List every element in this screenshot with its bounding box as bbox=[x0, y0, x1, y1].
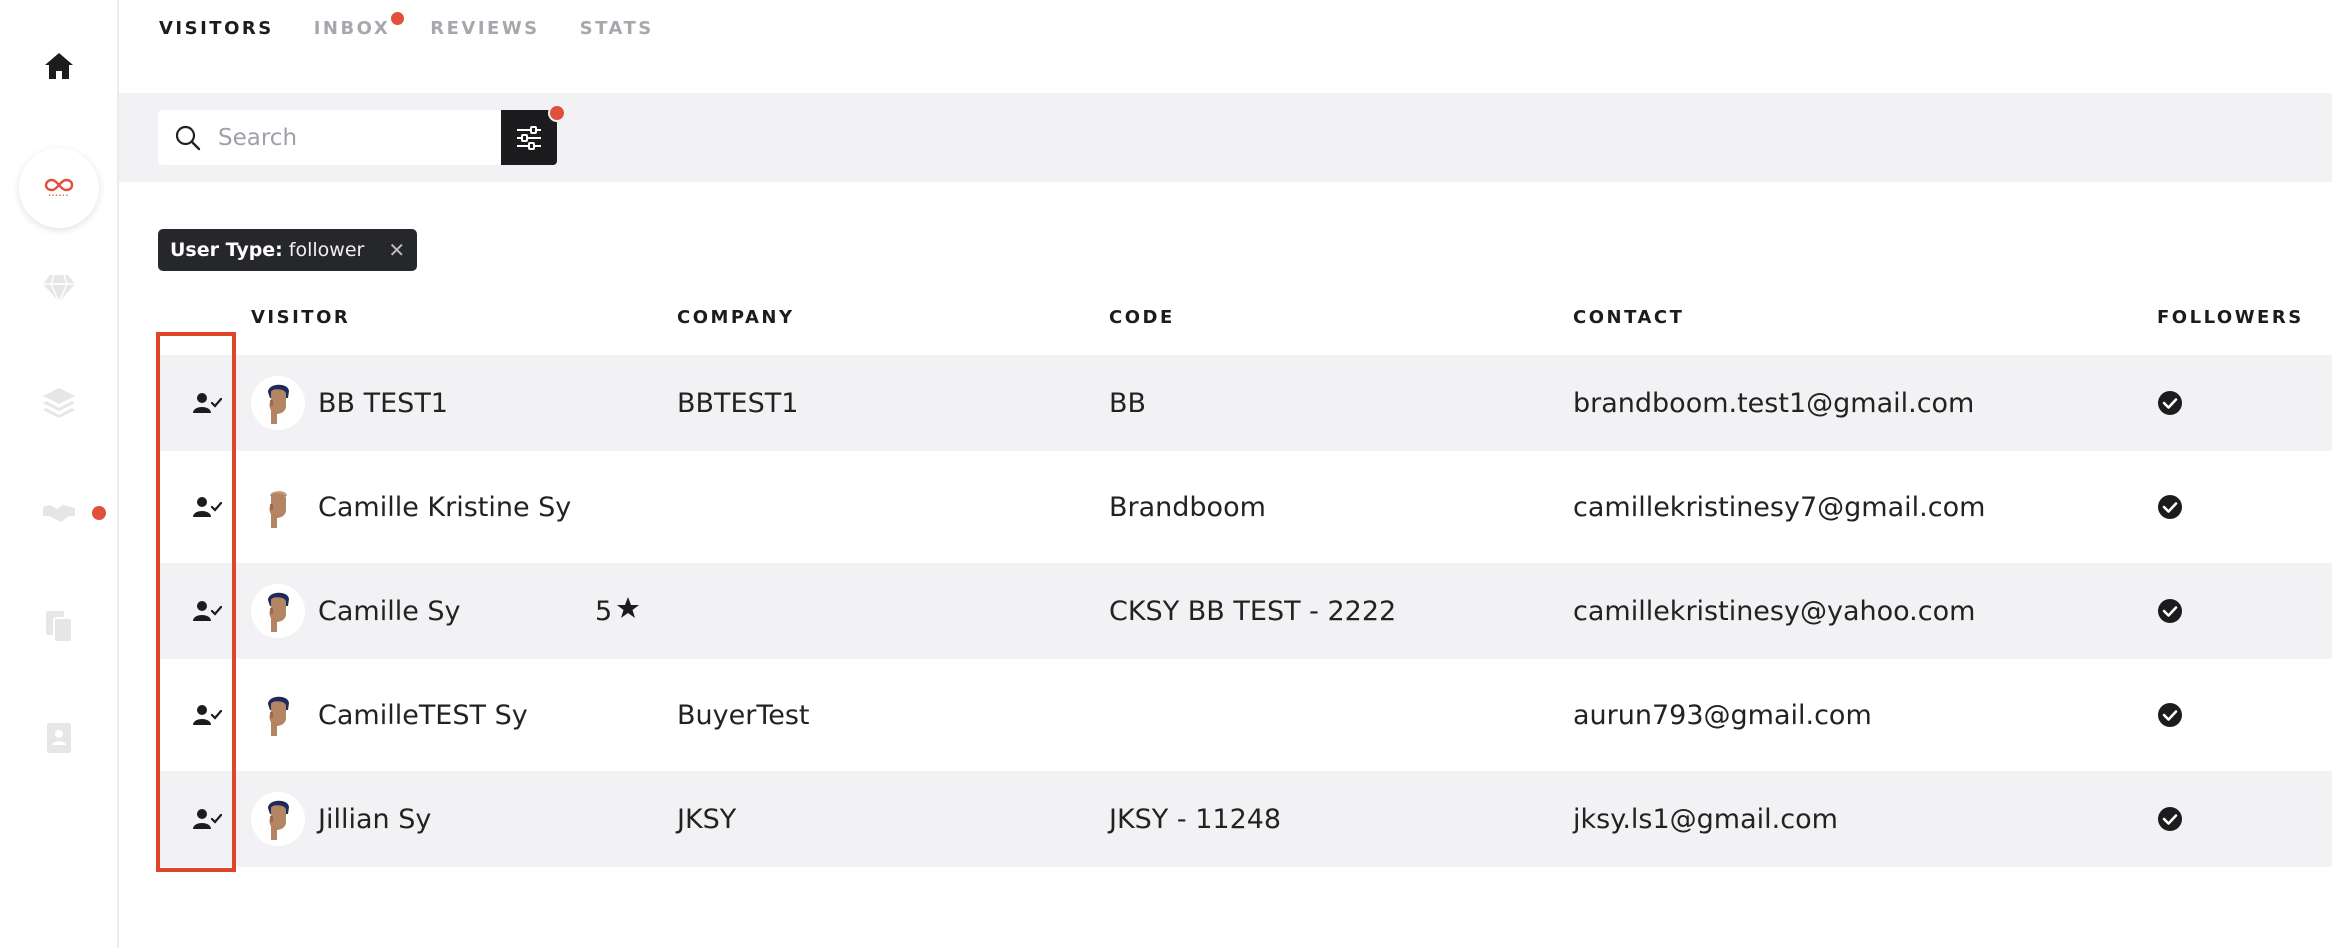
user-check-icon[interactable] bbox=[192, 563, 222, 659]
company-text: JKSY bbox=[677, 803, 737, 835]
tab-stats[interactable]: STATS bbox=[580, 0, 654, 39]
contact-email: camillekristinesy7@gmail.com bbox=[1573, 491, 1986, 523]
follower-check-icon bbox=[2157, 459, 2183, 555]
visitor-name-text: Jillian Sy bbox=[318, 803, 432, 835]
user-check-icon[interactable] bbox=[192, 355, 222, 451]
table-row[interactable]: Camille Kristine Sy Brandboom camillekri… bbox=[158, 459, 2332, 555]
follower-check-icon bbox=[2157, 563, 2183, 659]
visitor-name[interactable]: CamilleTEST Sy bbox=[318, 667, 528, 763]
table-row[interactable]: CamilleTEST Sy BuyerTest aurun793@gmail.… bbox=[158, 667, 2332, 763]
visitor-name-text: Camille Sy bbox=[318, 595, 461, 627]
tab-label: STATS bbox=[579, 18, 654, 39]
company-cell: BuyerTest bbox=[677, 667, 810, 763]
column-header-company[interactable]: COMPANY bbox=[677, 307, 795, 328]
sidebar: •••••• bbox=[0, 0, 119, 948]
filter-active-badge bbox=[548, 104, 566, 122]
avatar bbox=[251, 584, 305, 638]
close-icon[interactable]: ✕ bbox=[388, 238, 405, 262]
code-cell: Brandboom bbox=[1109, 459, 1266, 555]
rating-value: 5 bbox=[595, 595, 613, 627]
code-cell: BB bbox=[1109, 355, 1146, 451]
code-cell: JKSY - 11248 bbox=[1109, 771, 1281, 867]
notification-badge bbox=[391, 12, 405, 25]
contact-cell[interactable]: jksy.ls1@gmail.com bbox=[1573, 771, 1838, 867]
top-tabs: VISITORS INBOX REVIEWS STATS bbox=[159, 0, 694, 60]
notification-badge bbox=[92, 506, 106, 520]
search-box bbox=[158, 110, 502, 165]
visitor-name-text: BB TEST1 bbox=[318, 387, 448, 419]
tab-label: VISITORS bbox=[159, 18, 274, 39]
sidebar-item-diamond[interactable] bbox=[0, 258, 117, 318]
sidebar-item-documents[interactable] bbox=[0, 596, 117, 656]
avatar bbox=[251, 480, 305, 534]
sidebar-item-brand[interactable]: •••••• bbox=[0, 148, 117, 228]
sidebar-item-layers[interactable] bbox=[0, 372, 117, 432]
company-text: BBTEST1 bbox=[677, 387, 799, 419]
code-text: BB bbox=[1109, 387, 1147, 419]
avatar bbox=[251, 688, 305, 742]
table-row[interactable]: BB TEST1 BBTEST1 BB brandboom.test1@gmai… bbox=[158, 355, 2332, 451]
layers-icon bbox=[42, 388, 75, 418]
contact-cell[interactable]: camillekristinesy@yahoo.com bbox=[1573, 563, 1975, 659]
follower-check-icon bbox=[2157, 355, 2183, 451]
home-icon bbox=[44, 53, 73, 79]
column-header-visitor[interactable]: VISITOR bbox=[251, 307, 350, 328]
visitor-name-text: CamilleTEST Sy bbox=[318, 699, 528, 731]
visitor-name[interactable]: Jillian Sy bbox=[318, 771, 431, 867]
sidebar-item-handshake[interactable] bbox=[0, 483, 117, 543]
user-check-icon[interactable] bbox=[192, 459, 222, 555]
filter-button[interactable] bbox=[501, 110, 557, 165]
column-header-followers[interactable]: FOLLOWERS bbox=[2157, 307, 2304, 328]
company-cell: JKSY bbox=[677, 771, 736, 867]
filter-chip-key: User Type: bbox=[170, 239, 283, 261]
visitor-rating: 5 bbox=[595, 563, 640, 659]
table-row[interactable]: Camille Sy 5 CKSY BB TEST - 2222 camille… bbox=[158, 563, 2332, 659]
filter-chip: User Type: follower ✕ bbox=[158, 229, 418, 271]
sliders-icon bbox=[517, 125, 541, 150]
user-check-icon[interactable] bbox=[192, 667, 222, 763]
contact-cell[interactable]: brandboom.test1@gmail.com bbox=[1573, 355, 1974, 451]
tab-reviews[interactable]: REVIEWS bbox=[430, 0, 539, 39]
search-bar-area bbox=[119, 93, 2332, 182]
follower-check-icon bbox=[2157, 667, 2183, 763]
filter-chip-value: follower bbox=[288, 239, 365, 261]
contact-email: camillekristinesy@yahoo.com bbox=[1573, 595, 1976, 627]
tab-label: REVIEWS bbox=[430, 18, 540, 39]
code-text: JKSY - 11248 bbox=[1109, 803, 1282, 835]
visitor-name[interactable]: Camille Sy bbox=[318, 563, 461, 659]
avatar bbox=[251, 792, 305, 846]
contact-card-icon bbox=[46, 723, 71, 753]
brand-logo-icon: •••••• bbox=[18, 148, 99, 228]
tab-inbox[interactable]: INBOX bbox=[313, 0, 405, 39]
contact-cell[interactable]: camillekristinesy7@gmail.com bbox=[1573, 459, 1985, 555]
diamond-icon bbox=[42, 274, 75, 303]
code-text: CKSY BB TEST - 2222 bbox=[1109, 595, 1397, 627]
star-icon bbox=[616, 596, 640, 627]
documents-icon bbox=[45, 611, 73, 643]
follower-check-icon bbox=[2157, 771, 2183, 867]
code-text: Brandboom bbox=[1109, 491, 1266, 523]
code-cell: CKSY BB TEST - 2222 bbox=[1109, 563, 1396, 659]
avatar bbox=[251, 376, 305, 430]
contact-cell[interactable]: aurun793@gmail.com bbox=[1573, 667, 1872, 763]
sidebar-item-contact-card[interactable] bbox=[0, 708, 117, 768]
contact-email: jksy.ls1@gmail.com bbox=[1573, 803, 1838, 835]
contact-email: brandboom.test1@gmail.com bbox=[1573, 387, 1975, 419]
search-input[interactable] bbox=[216, 123, 490, 152]
company-cell: BBTEST1 bbox=[677, 355, 798, 451]
visitor-name[interactable]: BB TEST1 bbox=[318, 355, 448, 451]
handshake-icon bbox=[42, 505, 75, 522]
contact-email: aurun793@gmail.com bbox=[1573, 699, 1872, 731]
visitor-name[interactable]: Camille Kristine Sy bbox=[318, 459, 571, 555]
search-icon bbox=[175, 125, 201, 150]
company-text: BuyerTest bbox=[677, 699, 810, 731]
sidebar-item-home[interactable] bbox=[0, 36, 117, 96]
tab-visitors[interactable]: VISITORS bbox=[159, 0, 274, 39]
column-header-contact[interactable]: CONTACT bbox=[1573, 307, 1684, 328]
user-check-icon[interactable] bbox=[192, 771, 222, 867]
column-header-code[interactable]: CODE bbox=[1109, 307, 1175, 328]
table-row[interactable]: Jillian Sy JKSY JKSY - 11248 jksy.ls1@gm… bbox=[158, 771, 2332, 867]
tab-label: INBOX bbox=[313, 18, 391, 39]
visitor-name-text: Camille Kristine Sy bbox=[318, 491, 572, 523]
